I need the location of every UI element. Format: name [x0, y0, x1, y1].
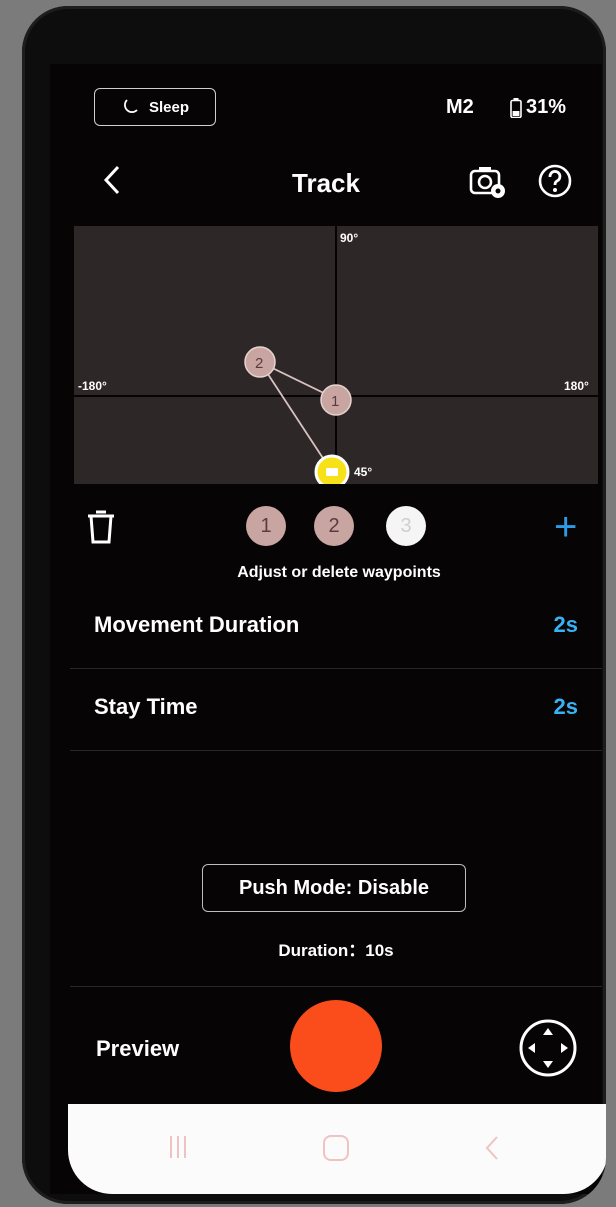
home-button[interactable]: [322, 1134, 350, 1167]
battery-status: 31%: [510, 96, 566, 119]
divider: [70, 986, 602, 987]
trash-icon: [88, 510, 114, 544]
track-grid[interactable]: 90° -180° 180° 45° 2 1: [74, 226, 598, 484]
record-button[interactable]: [290, 1000, 382, 1092]
top-angle-label: 90°: [340, 231, 358, 245]
movement-duration-value: 2s: [553, 612, 578, 637]
moon-icon: [124, 99, 138, 113]
waypoint-hint: Adjust or delete waypoints: [237, 564, 441, 581]
stay-time-label: Stay Time: [94, 694, 198, 719]
movement-duration-label: Movement Duration: [94, 612, 300, 637]
bottom-angle-label: 45°: [354, 465, 372, 479]
camera-settings-button[interactable]: [468, 164, 508, 205]
left-angle-label: -180°: [78, 379, 107, 393]
movement-duration-row[interactable]: Movement Duration 2s: [70, 588, 602, 669]
svg-text:1: 1: [331, 393, 339, 410]
delete-waypoint-button[interactable]: [86, 510, 116, 549]
recent-apps-icon: [170, 1136, 186, 1158]
stay-time-value: 2s: [553, 694, 578, 719]
waypoint-marker-1[interactable]: 1: [320, 384, 352, 416]
right-angle-label: 180°: [564, 379, 589, 393]
waypoint-marker-2[interactable]: 2: [244, 346, 276, 378]
stay-time-row[interactable]: Stay Time 2s: [70, 670, 602, 751]
battery-icon: [510, 97, 522, 118]
joystick-button[interactable]: [518, 1018, 578, 1083]
system-nav-bar: [68, 1104, 606, 1194]
waypoint-chip-1[interactable]: 1: [246, 506, 286, 546]
current-position-marker[interactable]: [314, 454, 350, 484]
system-back-icon: [485, 1136, 498, 1160]
waypoint-chip-3[interactable]: 3: [386, 506, 426, 546]
battery-percent: 31%: [526, 96, 567, 118]
help-button[interactable]: [538, 164, 572, 203]
path-line: [259, 361, 333, 473]
question-icon: [538, 164, 572, 198]
phone-frame: Sleep M2 31% Track 90° -180° 180° 45° 2 …: [22, 6, 606, 1204]
sleep-button[interactable]: Sleep: [94, 88, 216, 126]
system-back-button[interactable]: [484, 1134, 500, 1167]
recent-apps-button[interactable]: [168, 1134, 188, 1165]
total-duration: Duration：10s: [278, 941, 394, 960]
sleep-label: Sleep: [148, 98, 190, 116]
svg-text:2: 2: [255, 355, 263, 372]
preview-button[interactable]: Preview: [96, 1036, 179, 1062]
push-mode-button[interactable]: Push Mode: Disable: [202, 864, 466, 912]
page-title: Track: [292, 168, 360, 198]
add-waypoint-button[interactable]: +: [554, 507, 577, 547]
waypoint-chip-2[interactable]: 2: [314, 506, 354, 546]
home-icon: [323, 1135, 349, 1161]
joystick-icon: [519, 1019, 577, 1077]
plus-icon: +: [554, 505, 578, 549]
camera-settings-icon: [469, 167, 505, 198]
camera-icon: [326, 468, 338, 476]
app-screen: Sleep M2 31% Track 90° -180° 180° 45° 2 …: [50, 64, 606, 1194]
mode-indicator: M2: [446, 96, 474, 118]
